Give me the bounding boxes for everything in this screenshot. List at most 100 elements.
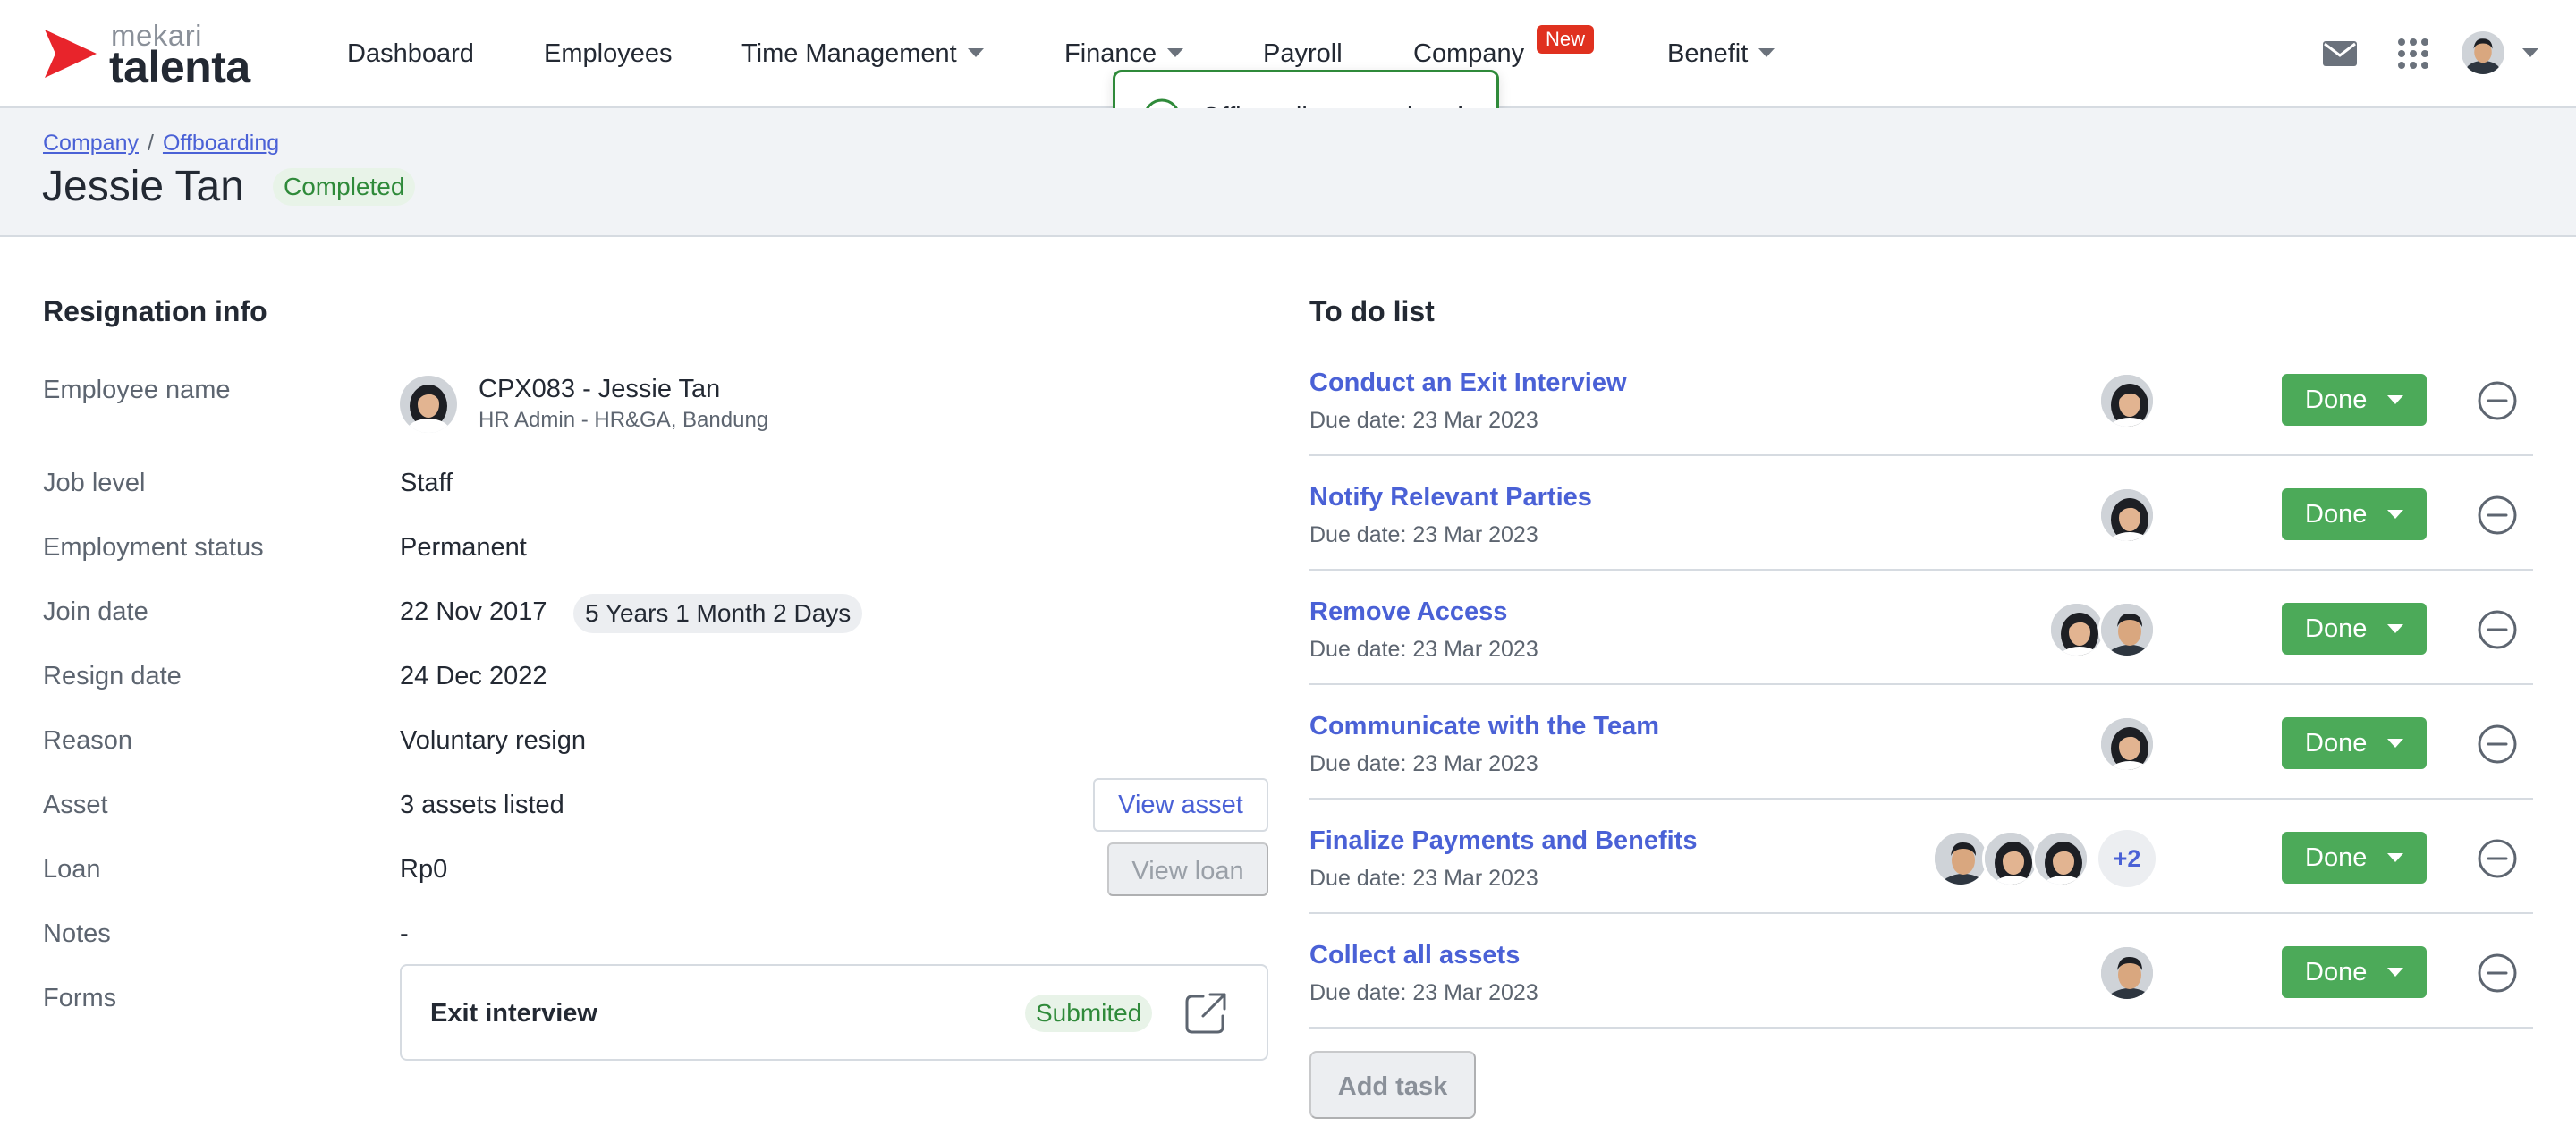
done-label: Done bbox=[2305, 843, 2368, 872]
talenta-logo-icon bbox=[45, 30, 97, 78]
nav-label: Payroll bbox=[1263, 39, 1343, 68]
avatar-female-icon bbox=[2101, 489, 2153, 541]
chevron-down-icon bbox=[2387, 968, 2403, 977]
nav-company[interactable]: Company bbox=[1413, 36, 1524, 72]
value-employment-status: Permanent bbox=[400, 533, 527, 562]
remove-task-icon[interactable] bbox=[2477, 952, 2518, 994]
employee-position: HR Admin - HR&GA, Bandung bbox=[479, 408, 769, 432]
chevron-down-icon bbox=[2387, 853, 2403, 862]
done-status-dropdown[interactable]: Done bbox=[2282, 603, 2427, 655]
todo-item: Notify Relevant Parties Due date: 23 Mar … bbox=[1309, 456, 2533, 571]
assignee-avatar[interactable] bbox=[2098, 372, 2156, 429]
label-resign-date: Resign date bbox=[43, 662, 182, 690]
avatar-male-icon bbox=[2101, 604, 2153, 656]
todo-item: Communicate with the Team Due date: 23 Ma… bbox=[1309, 685, 2533, 800]
chevron-down-icon[interactable] bbox=[2522, 48, 2538, 57]
assignee-avatar[interactable] bbox=[2098, 715, 2156, 773]
remove-task-icon[interactable] bbox=[2477, 609, 2518, 650]
todo-title[interactable]: Remove Access bbox=[1309, 594, 1507, 630]
todo-due-date: Due date: 23 Mar 2023 bbox=[1309, 408, 1538, 433]
nav-finance[interactable]: Finance bbox=[1064, 36, 1184, 72]
remove-task-icon[interactable] bbox=[2477, 724, 2518, 765]
assignee-avatar[interactable] bbox=[2048, 601, 2106, 658]
form-name: Exit interview bbox=[430, 999, 597, 1028]
resignation-info-title: Resignation info bbox=[43, 295, 267, 327]
label-loan: Loan bbox=[43, 855, 101, 884]
nav-label: Time Management bbox=[741, 39, 957, 68]
assignee-avatars bbox=[2048, 601, 2156, 658]
assignee-avatar[interactable] bbox=[1982, 830, 2039, 887]
label-employment-status: Employment status bbox=[43, 533, 264, 562]
mail-icon[interactable] bbox=[2323, 41, 2357, 66]
more-assignees-badge[interactable]: +2 bbox=[2098, 830, 2156, 887]
nav-payroll[interactable]: Payroll bbox=[1263, 36, 1343, 72]
done-status-dropdown[interactable]: Done bbox=[2282, 717, 2427, 769]
nav-label: Finance bbox=[1064, 39, 1157, 68]
label-job-level: Job level bbox=[43, 469, 146, 497]
external-link-icon[interactable] bbox=[1183, 991, 1228, 1036]
value-asset: 3 assets listed bbox=[400, 791, 564, 819]
assignee-avatar[interactable] bbox=[2098, 487, 2156, 544]
mekari-talenta-logo[interactable]: mekari talenta bbox=[41, 20, 274, 92]
value-job-level: Staff bbox=[400, 469, 453, 497]
todo-due-date: Due date: 23 Mar 2023 bbox=[1309, 866, 1538, 891]
page-header: Company / Offboarding Jessie Tan Completed bbox=[0, 108, 2576, 237]
todo-due-date: Due date: 23 Mar 2023 bbox=[1309, 522, 1538, 547]
view-loan-button: View loan bbox=[1107, 842, 1268, 896]
nav-benefit[interactable]: Benefit bbox=[1667, 36, 1775, 72]
avatar-female-icon bbox=[2101, 375, 2153, 427]
todo-item: Finalize Payments and Benefits Due date: … bbox=[1309, 800, 2533, 914]
nav-label: Dashboard bbox=[347, 39, 474, 68]
todo-title[interactable]: Conduct an Exit Interview bbox=[1309, 365, 1627, 401]
done-status-dropdown[interactable]: Done bbox=[2282, 946, 2427, 998]
todo-title[interactable]: Notify Relevant Parties bbox=[1309, 479, 1592, 515]
logo-text-big: talenta bbox=[109, 42, 250, 92]
value-notes: - bbox=[400, 919, 409, 948]
chevron-down-icon bbox=[967, 48, 984, 58]
value-resign-date: 24 Dec 2022 bbox=[400, 662, 547, 690]
chevron-down-icon bbox=[2387, 510, 2403, 519]
todo-list-title: To do list bbox=[1309, 295, 1435, 327]
label-employee-name: Employee name bbox=[43, 376, 231, 404]
avatar-female-icon bbox=[2101, 718, 2153, 770]
chevron-down-icon bbox=[1167, 48, 1184, 58]
todo-item: Collect all assets Due date: 23 Mar 2023 D… bbox=[1309, 914, 2533, 1029]
avatar-male-icon bbox=[2462, 31, 2504, 74]
nav-label: Company bbox=[1413, 39, 1525, 68]
avatar-female-icon bbox=[400, 376, 457, 433]
value-join-date: 22 Nov 2017 bbox=[400, 597, 547, 626]
chevron-down-icon bbox=[2387, 395, 2403, 404]
todo-title[interactable]: Communicate with the Team bbox=[1309, 708, 1659, 744]
user-avatar[interactable] bbox=[2462, 31, 2504, 74]
todo-title[interactable]: Finalize Payments and Benefits bbox=[1309, 823, 1698, 859]
breadcrumb-offboarding[interactable]: Offboarding bbox=[163, 131, 279, 156]
todo-item: Conduct an Exit Interview Due date: 23 Ma… bbox=[1309, 342, 2533, 456]
done-status-dropdown[interactable]: Done bbox=[2282, 374, 2427, 426]
view-asset-button[interactable]: View asset bbox=[1093, 778, 1268, 832]
done-status-dropdown[interactable]: Done bbox=[2282, 832, 2427, 884]
breadcrumb-company[interactable]: Company bbox=[43, 131, 139, 156]
label-forms: Forms bbox=[43, 984, 117, 1012]
todo-title[interactable]: Collect all assets bbox=[1309, 937, 1520, 973]
remove-task-icon[interactable] bbox=[2477, 380, 2518, 421]
assignee-avatar[interactable] bbox=[2098, 944, 2156, 1002]
assignee-avatar[interactable] bbox=[1932, 830, 1989, 887]
nav-employees[interactable]: Employees bbox=[544, 36, 672, 72]
avatar-male-icon bbox=[1935, 833, 1987, 885]
remove-task-icon[interactable] bbox=[2477, 495, 2518, 536]
form-card-exit-interview: Exit interview Submited bbox=[400, 964, 1268, 1061]
add-task-button: Add task bbox=[1309, 1051, 1476, 1119]
done-label: Done bbox=[2305, 614, 2368, 643]
avatar-female-icon bbox=[1985, 833, 2037, 885]
tenure-badge: 5 Years 1 Month 2 Days bbox=[573, 594, 863, 633]
done-label: Done bbox=[2305, 500, 2368, 529]
apps-grid-icon[interactable] bbox=[2397, 38, 2429, 70]
done-status-dropdown[interactable]: Done bbox=[2282, 488, 2427, 540]
value-loan: Rp0 bbox=[400, 855, 448, 884]
assignee-avatar[interactable] bbox=[2098, 601, 2156, 658]
employee-avatar bbox=[400, 376, 457, 433]
nav-dashboard[interactable]: Dashboard bbox=[347, 36, 474, 72]
assignee-avatar[interactable] bbox=[2032, 830, 2089, 887]
remove-task-icon[interactable] bbox=[2477, 838, 2518, 879]
nav-time-management[interactable]: Time Management bbox=[741, 36, 984, 72]
